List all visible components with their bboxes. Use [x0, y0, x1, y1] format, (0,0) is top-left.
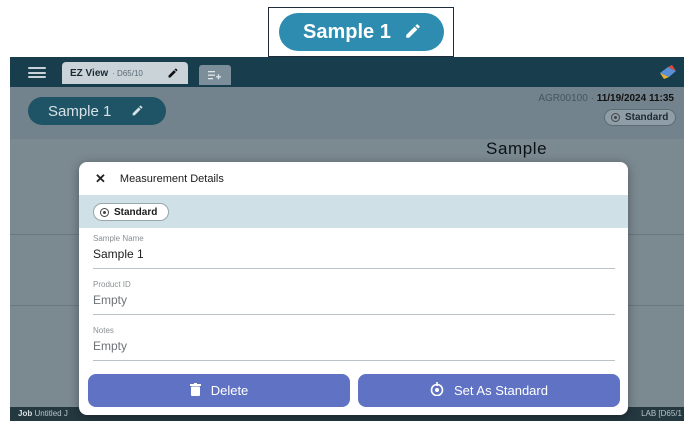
sample-pill-label: Sample 1	[48, 102, 112, 120]
app-logo-icon	[658, 63, 678, 81]
set-standard-icon	[430, 382, 454, 399]
sample-name-field[interactable]: Sample Name Sample 1	[93, 229, 615, 269]
pencil-icon	[131, 104, 144, 121]
standard-chip[interactable]: Standard	[93, 203, 169, 221]
trash-icon	[189, 382, 211, 399]
tab-title: EZ View	[70, 67, 109, 79]
instrument-id: AGR00100	[538, 93, 588, 104]
callout-sample-pill[interactable]: Sample 1	[279, 13, 444, 51]
dialog-title: Measurement Details	[119, 172, 224, 185]
page: Sample 1 EZ View · D65/10 Sample 1 AGR00…	[0, 0, 684, 421]
pencil-icon	[404, 22, 422, 46]
dialog-header: ✕ Measurement Details	[79, 162, 628, 195]
job-label: Job	[18, 409, 33, 418]
target-icon	[611, 113, 620, 122]
notes-field[interactable]: Notes Empty	[93, 321, 615, 361]
hamburger-menu-icon[interactable]	[28, 67, 46, 78]
illuminant-readout: LAB [D65/1	[641, 409, 682, 418]
field-value[interactable]: Empty	[93, 339, 127, 353]
job-value: Untitled J	[34, 409, 68, 418]
sample-header: Sample 1 AGR00100 · 11/19/2024 11:35 Sta…	[10, 87, 684, 139]
field-label: Sample Name	[93, 234, 144, 243]
close-icon[interactable]: ✕	[95, 171, 106, 187]
field-value[interactable]: Empty	[93, 293, 127, 307]
sample-name-pill[interactable]: Sample 1	[28, 97, 166, 125]
set-as-standard-button[interactable]: Set As Standard	[358, 374, 620, 407]
standard-chip[interactable]: Standard	[604, 109, 676, 126]
standard-chip-label: Standard	[114, 206, 158, 218]
field-label: Notes	[93, 326, 114, 335]
measurement-meta: AGR00100 · 11/19/2024 11:35	[538, 93, 674, 104]
pencil-icon[interactable]	[167, 67, 179, 82]
tab-ez-view[interactable]: EZ View · D65/10	[62, 62, 188, 84]
product-id-field[interactable]: Product ID Empty	[93, 275, 615, 315]
target-icon	[100, 207, 109, 217]
add-tab-icon[interactable]	[199, 65, 231, 85]
set-standard-label: Set As Standard	[454, 383, 548, 398]
standard-band: Standard	[79, 195, 628, 228]
field-value[interactable]: Sample 1	[93, 247, 144, 261]
field-label: Product ID	[93, 280, 131, 289]
measurement-details-dialog: ✕ Measurement Details Standard Sample Na…	[79, 162, 628, 415]
delete-button[interactable]: Delete	[88, 374, 350, 407]
sample-heading: Sample	[486, 139, 548, 158]
callout-sample-label: Sample 1	[303, 20, 391, 43]
delete-label: Delete	[210, 383, 249, 398]
measurement-datetime: 11/19/2024 11:35	[596, 93, 674, 104]
top-bar: EZ View · D65/10	[10, 57, 684, 87]
zoom-callout: Sample 1	[268, 7, 454, 57]
tab-subtitle: · D65/10	[112, 68, 143, 78]
standard-chip-label: Standard	[625, 112, 669, 123]
